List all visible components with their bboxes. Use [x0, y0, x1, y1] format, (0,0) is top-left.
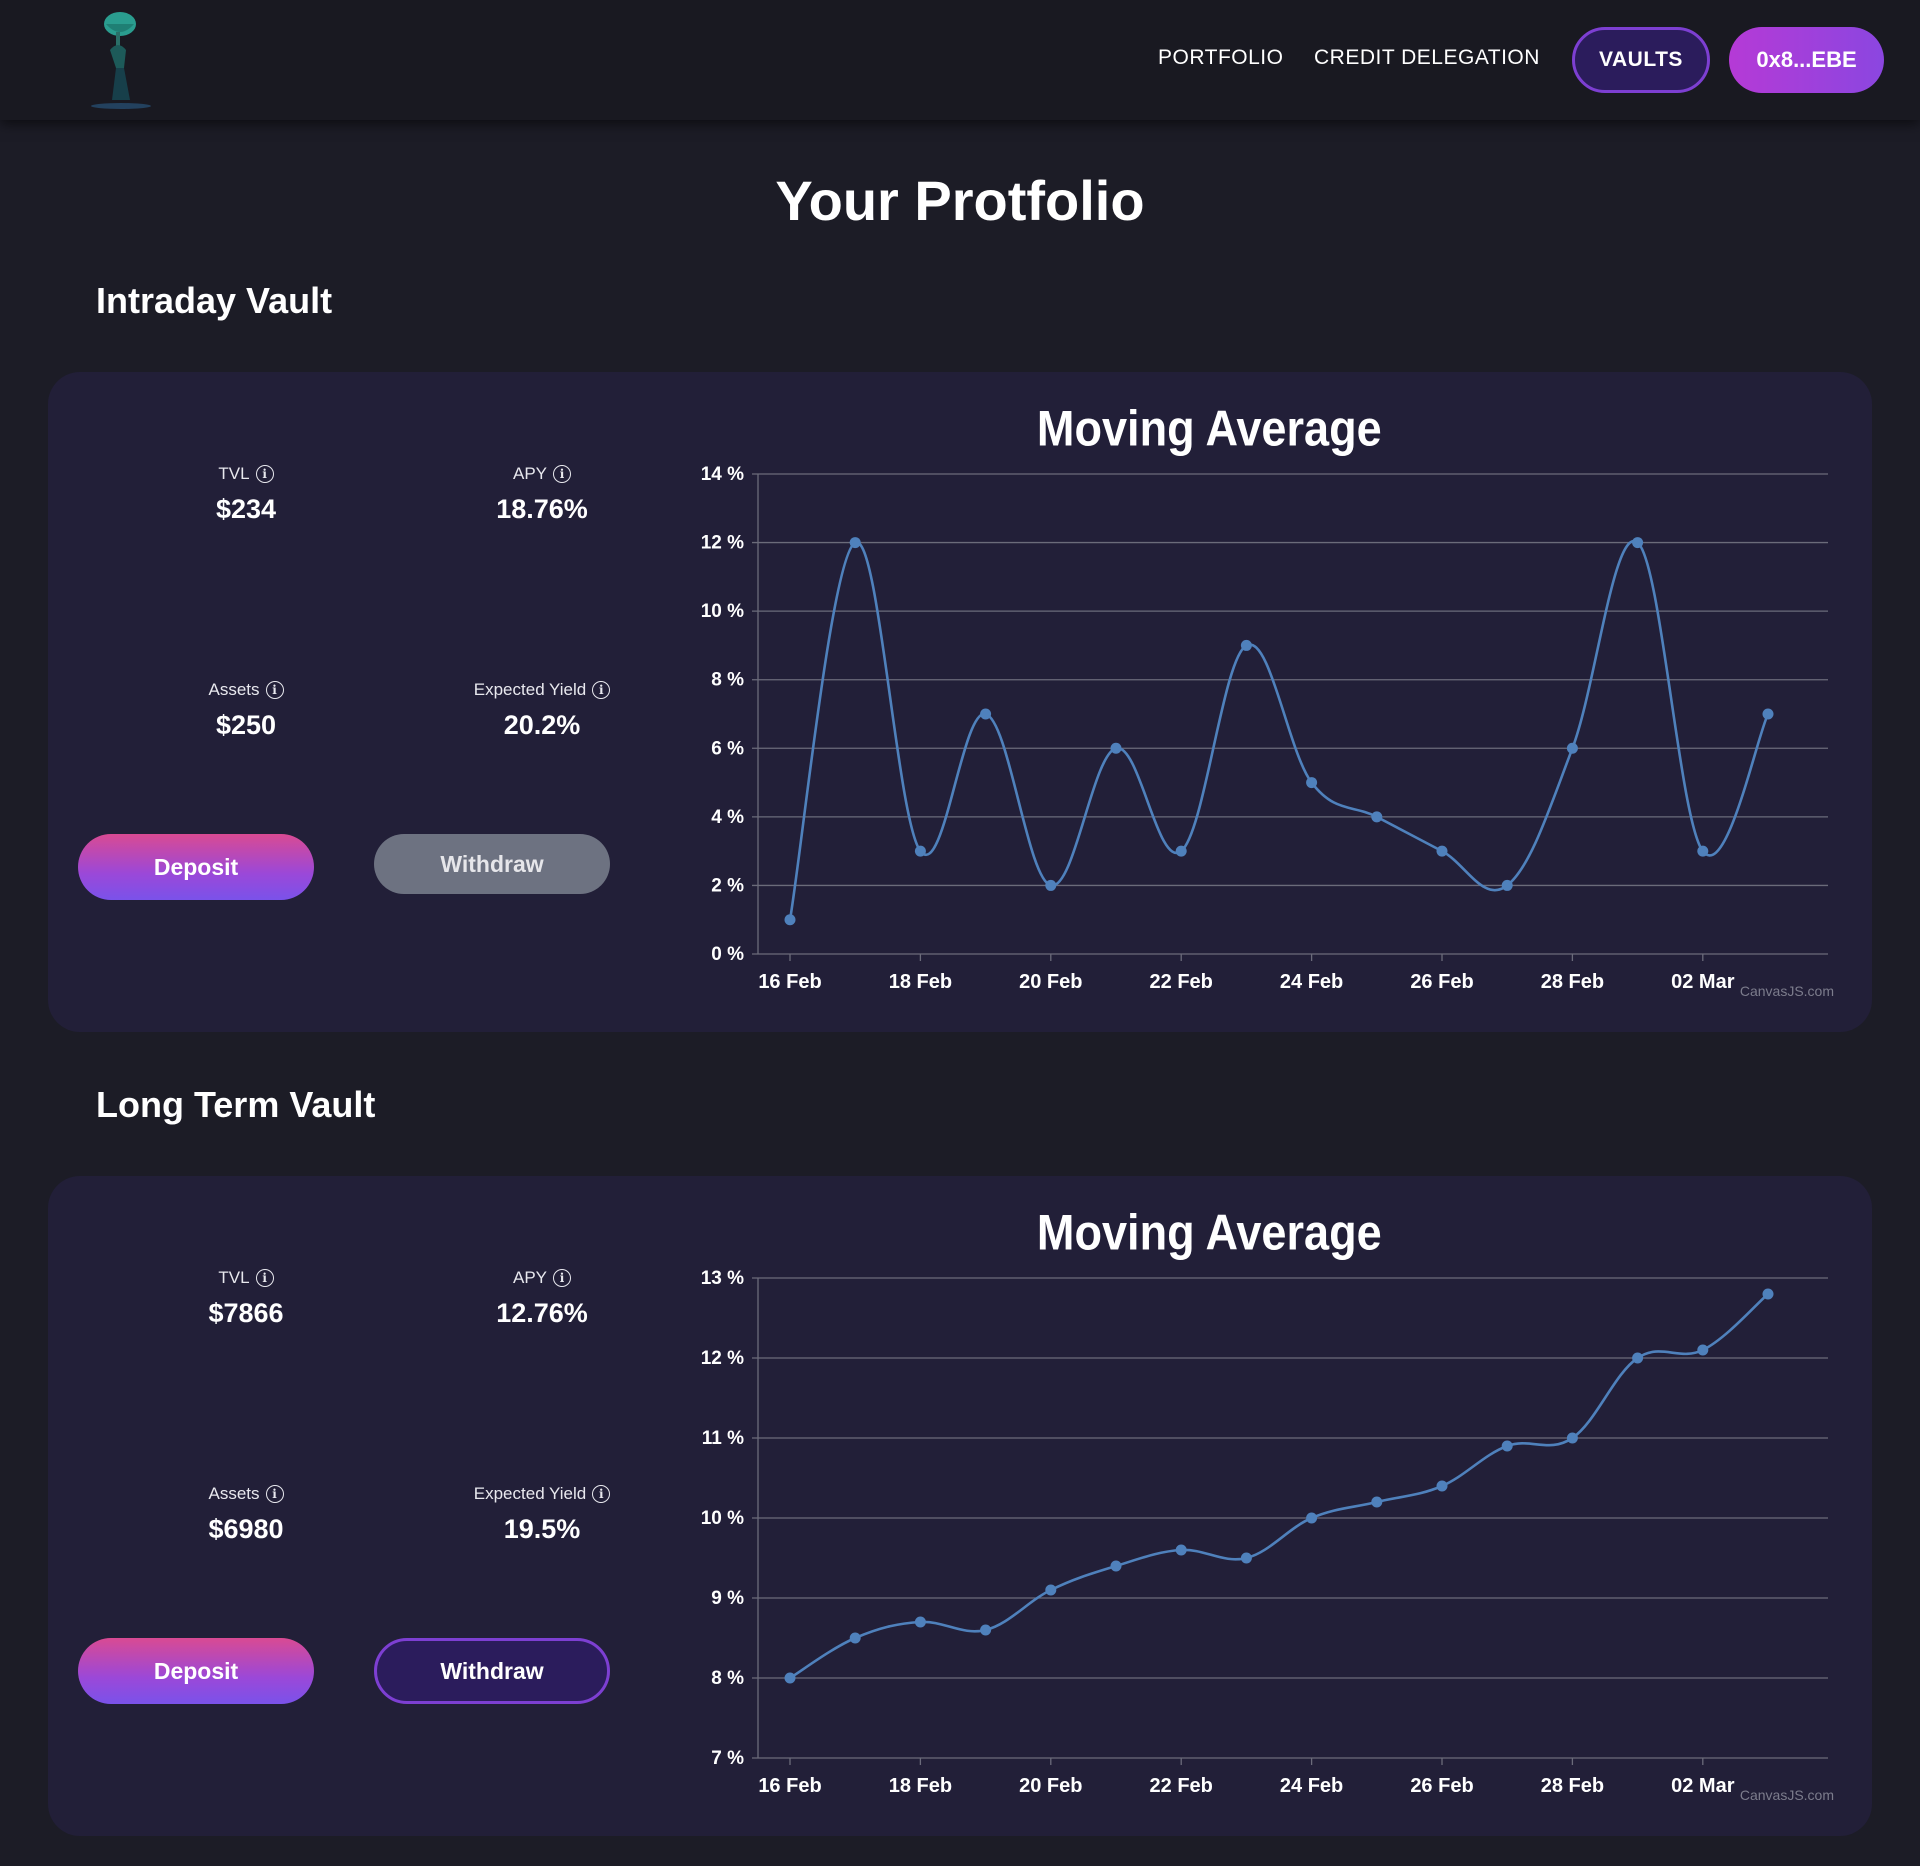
x-tick-label: 18 Feb [889, 971, 952, 993]
x-tick-label: 02 Mar [1671, 971, 1735, 993]
x-tick-label: 02 Mar [1671, 1775, 1735, 1797]
wallet-address-button[interactable]: 0x8...EBE [1729, 27, 1884, 93]
section-title-intraday-vault: Intraday Vault [96, 280, 333, 321]
data-point [1697, 845, 1709, 857]
x-tick-label: 24 Feb [1280, 1775, 1343, 1797]
data-point [1566, 742, 1578, 754]
data-point [1501, 1440, 1513, 1452]
data-point [1632, 1352, 1644, 1364]
data-point [1436, 845, 1448, 857]
vault-card-long-term: TVL i $7866 APY i 12.76% Assets i $6980 Exp… [48, 1176, 1872, 1836]
y-tick-label: 13 % [701, 1268, 744, 1289]
data-point [1371, 1496, 1383, 1508]
data-point [1110, 742, 1122, 754]
data-point [1240, 1552, 1252, 1564]
x-tick-label: 16 Feb [758, 1775, 821, 1797]
x-tick-label: 16 Feb [758, 971, 821, 993]
data-point [1762, 1288, 1774, 1300]
y-tick-label: 10 % [701, 1508, 744, 1529]
y-tick-label: 6 % [711, 738, 744, 759]
vault-card-intraday: TVL i $234 APY i 18.76% Assets i $250 Expec… [48, 372, 1872, 1032]
data-point [914, 1616, 926, 1628]
y-tick-label: 12 % [701, 1348, 744, 1369]
data-point [1566, 1432, 1578, 1444]
moving-average-chart: Moving Average 0 % 2 % 4 % 6 % 8 % 10 % 12 % 14 … [701, 401, 1834, 999]
moving-average-chart: Moving Average 7 % 8 % 9 % 10 % 11 % 12 % 13 % 1… [701, 1205, 1834, 1803]
data-point [1762, 708, 1774, 720]
data-point [1501, 879, 1513, 891]
data-point [980, 708, 992, 720]
data-point [1306, 1512, 1318, 1524]
chart-credit-label: CanvasJS.com [1740, 1787, 1834, 1803]
series-line [788, 539, 1770, 920]
x-tick-label: 22 Feb [1150, 971, 1213, 993]
nav-portfolio[interactable]: PORTFOLIO [1158, 46, 1283, 70]
nav-credit-delegation[interactable]: CREDIT DELEGATION [1314, 46, 1540, 70]
data-point [1306, 777, 1318, 789]
data-point [1436, 1480, 1448, 1492]
data-point [1110, 1560, 1122, 1572]
y-tick-label: 14 % [701, 464, 744, 485]
chart-title: Moving Average [1037, 1205, 1382, 1261]
data-point [1175, 845, 1187, 857]
y-tick-label: 8 % [711, 670, 744, 691]
data-point [980, 1624, 992, 1636]
y-tick-label: 7 % [711, 1748, 744, 1769]
page-title: Your Protfolio [775, 169, 1145, 232]
x-tick-label: 26 Feb [1410, 1775, 1473, 1797]
y-tick-label: 4 % [711, 807, 744, 828]
y-tick-label: 12 % [701, 533, 744, 554]
x-tick-label: 26 Feb [1410, 971, 1473, 993]
series-line [789, 1293, 1769, 1680]
y-tick-label: 11 % [702, 1428, 744, 1449]
logo-figure-icon[interactable] [86, 10, 156, 112]
data-point [1045, 1584, 1057, 1596]
x-tick-label: 20 Feb [1019, 971, 1082, 993]
x-tick-label: 28 Feb [1541, 1775, 1604, 1797]
y-tick-label: 2 % [711, 875, 744, 896]
data-point [1371, 811, 1383, 823]
y-tick-label: 10 % [701, 601, 744, 622]
chart-title: Moving Average [1037, 401, 1382, 457]
x-tick-label: 22 Feb [1150, 1775, 1213, 1797]
data-point [784, 1672, 796, 1684]
y-tick-label: 8 % [711, 1668, 744, 1689]
data-point [1632, 537, 1644, 549]
x-tick-label: 20 Feb [1019, 1775, 1082, 1797]
data-point [1045, 879, 1057, 891]
x-tick-label: 28 Feb [1541, 971, 1604, 993]
data-point [849, 1632, 861, 1644]
x-tick-label: 18 Feb [889, 1775, 952, 1797]
data-point [1240, 639, 1252, 651]
top-navbar: PORTFOLIO CREDIT DELEGATION VAULTS 0x8..… [0, 0, 1920, 120]
section-title-long-term-vault: Long Term Vault [96, 1084, 376, 1125]
data-point [784, 914, 796, 926]
chart-credit-label: CanvasJS.com [1740, 983, 1834, 999]
data-point [914, 845, 926, 857]
y-tick-label: 9 % [711, 1588, 744, 1609]
vaults-button[interactable]: VAULTS [1572, 27, 1710, 93]
x-tick-label: 24 Feb [1280, 971, 1343, 993]
y-tick-label: 0 % [711, 944, 744, 965]
data-point [849, 537, 861, 549]
data-point [1697, 1344, 1709, 1356]
data-point [1175, 1544, 1187, 1556]
